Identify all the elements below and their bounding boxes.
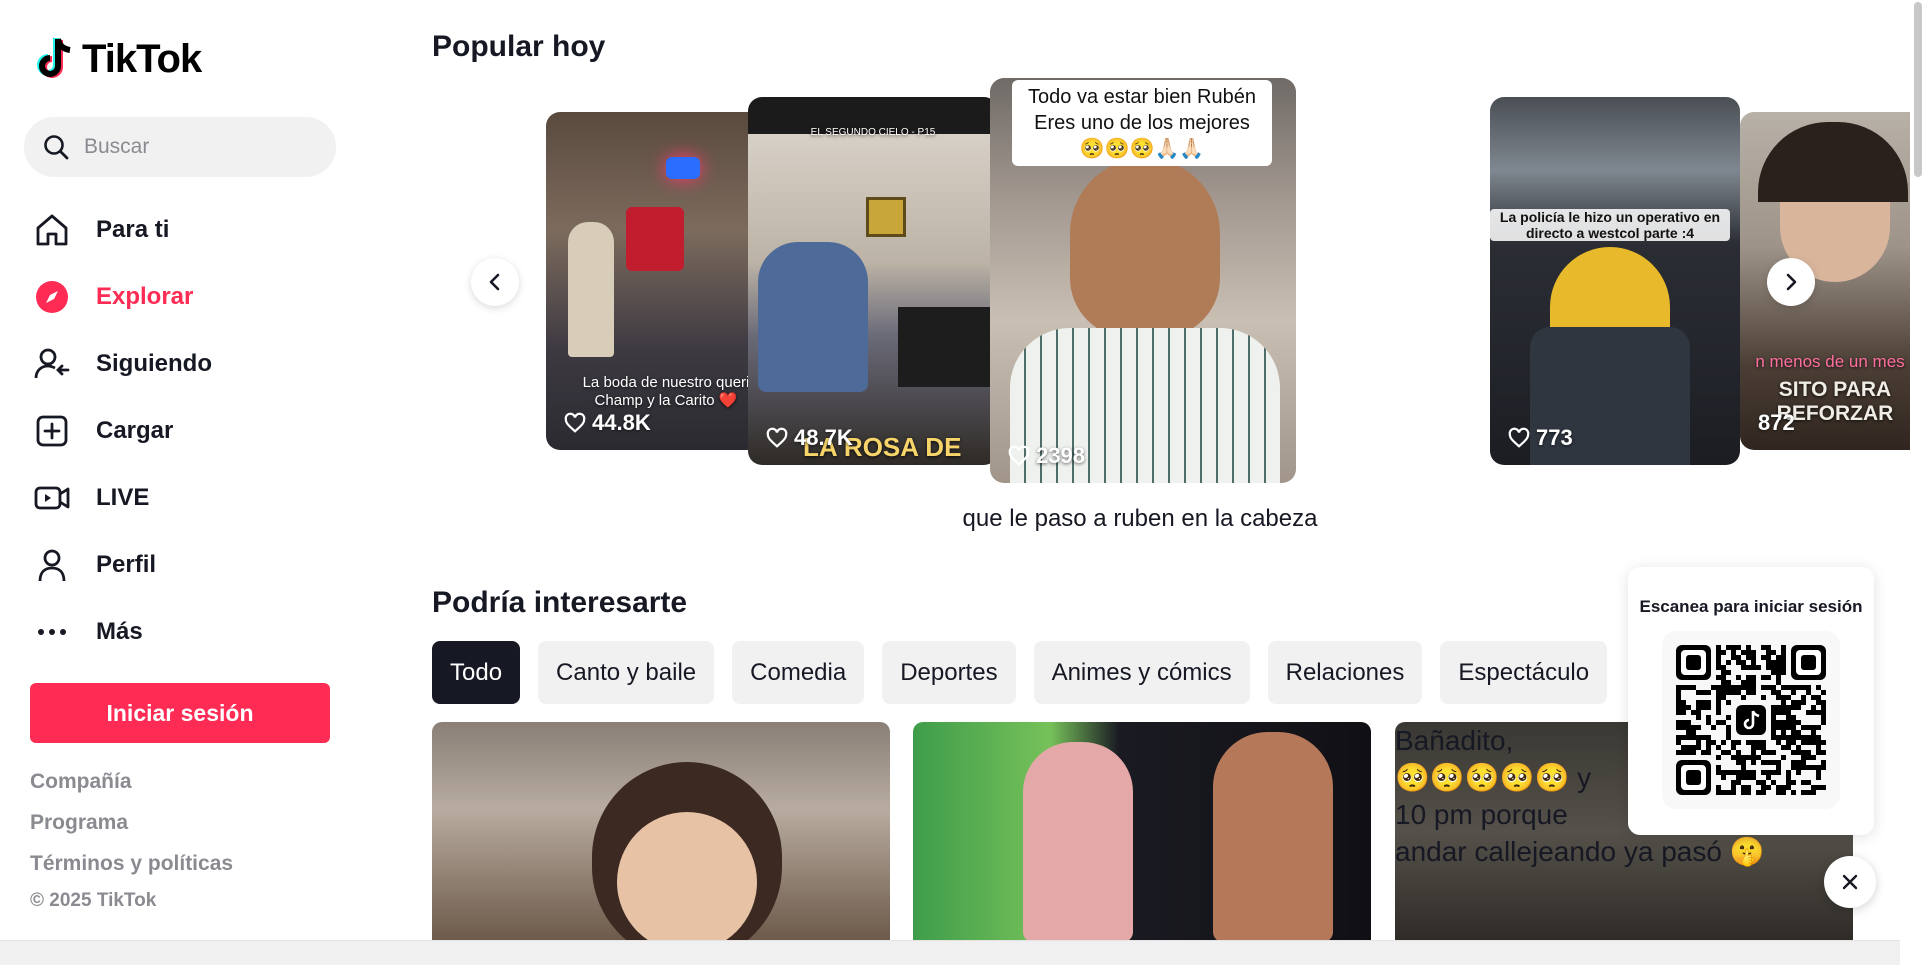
nav-label: Explorar (96, 282, 194, 310)
video-thumbnail-detail (1023, 742, 1133, 940)
video-thumbnail-detail (626, 207, 684, 271)
featured-video-caption[interactable]: que le paso a ruben en la cabeza (900, 505, 1380, 533)
copyright: © 2025 TikTok (30, 890, 157, 911)
video-likes-count: 44.8K (592, 410, 651, 435)
video-likes-count: 48.7K (794, 425, 853, 450)
logo-text: TikTok (82, 36, 202, 81)
close-icon (1842, 874, 1858, 890)
nav-label: Siguiendo (96, 349, 212, 377)
video-card[interactable]: La policía le hizo un operativo en direc… (1490, 97, 1740, 465)
video-overlay-text: Todo va estar bien Rubén Eres uno de los… (1012, 80, 1272, 166)
heart-icon (1008, 445, 1030, 466)
horizontal-scrollbar[interactable] (0, 940, 1900, 965)
sidebar: TikTok Para ti Explorar Siguiendo (0, 0, 400, 965)
video-likes: 872 (1758, 410, 1795, 436)
chip-espectaculo[interactable]: Espectáculo (1440, 641, 1608, 704)
search-icon (44, 135, 69, 160)
footer-link-compania[interactable]: Compañía (30, 770, 233, 811)
video-card[interactable]: EL SEGUNDO CIELO - P15 LA ROSA DE 48.7K (748, 97, 998, 465)
following-icon (30, 342, 74, 386)
qr-login-panel: Escanea para iniciar sesión (1628, 567, 1874, 835)
nav-item-explorar[interactable]: Explorar (30, 263, 370, 330)
video-card-featured[interactable]: Todo va estar bien Rubén Eres uno de los… (990, 78, 1296, 483)
video-likes: 48.7K (766, 425, 853, 451)
tiktok-logo[interactable]: TikTok (34, 36, 202, 82)
home-icon (30, 208, 74, 252)
popular-carousel: La boda de nuestro queri Champ y la Cari… (440, 70, 1925, 500)
video-likes-count: 2398 (1036, 443, 1085, 468)
heart-icon (766, 427, 788, 448)
scrollbar-thumb[interactable] (1914, 2, 1922, 177)
search-bar[interactable] (24, 117, 336, 177)
chip-comedia[interactable]: Comedia (732, 641, 865, 704)
video-thumbnail-detail (898, 307, 998, 387)
close-qr-button[interactable] (1824, 856, 1876, 908)
video-overlay-text: La policía le hizo un operativo en direc… (1490, 209, 1730, 241)
live-icon (30, 476, 74, 520)
popular-title: Popular hoy (432, 30, 606, 63)
video-thumbnail-detail (758, 242, 868, 392)
nav-label: Perfil (96, 550, 157, 578)
main-nav: Para ti Explorar Siguiendo Cargar LIVE P… (30, 196, 370, 665)
chevron-left-icon (489, 273, 500, 291)
carousel-next-button[interactable] (1767, 258, 1815, 306)
nav-label: Cargar (96, 416, 174, 444)
video-thumbnail-detail (666, 157, 700, 179)
video-overlay-text: La boda de nuestro queri Champ y la Cari… (582, 374, 750, 409)
footer-link-programa[interactable]: Programa (30, 811, 233, 852)
footer-links: Compañía Programa Términos y políticas (30, 770, 233, 893)
category-chips: Todo Canto y baile Comedia Deportes Anim… (432, 641, 1608, 704)
video-thumbnail-detail (1758, 122, 1908, 202)
chip-todo[interactable]: Todo (432, 641, 521, 704)
interests-title: Podría interesarte (432, 586, 688, 619)
compass-icon (30, 275, 74, 319)
video-thumbnail[interactable] (913, 722, 1371, 940)
nav-label: LIVE (96, 483, 150, 511)
nav-item-live[interactable]: LIVE (30, 464, 370, 531)
chevron-right-icon (1786, 273, 1797, 291)
video-thumbnail-detail (1070, 158, 1220, 338)
carousel-prev-button[interactable] (471, 258, 519, 306)
nav-label: Más (96, 617, 143, 645)
video-thumbnail-detail (617, 812, 757, 940)
video-thumbnail-detail (866, 197, 906, 237)
profile-icon (30, 543, 74, 587)
upload-icon (30, 409, 74, 453)
vertical-scrollbar[interactable] (1910, 0, 1925, 965)
chip-deportes[interactable]: Deportes (882, 641, 1016, 704)
tiktok-logo-icon (34, 36, 76, 82)
video-likes: 44.8K (564, 410, 651, 436)
video-likes-count: 872 (1758, 410, 1795, 435)
heart-icon (1508, 427, 1530, 448)
video-card[interactable]: La boda de nuestro queri Champ y la Cari… (546, 112, 776, 450)
login-button[interactable]: Iniciar sesión (30, 683, 330, 743)
qr-title: Escanea para iniciar sesión (1639, 597, 1863, 616)
footer-link-terminos[interactable]: Términos y políticas (30, 852, 233, 893)
search-input[interactable] (84, 135, 324, 159)
nav-label: Para ti (96, 215, 170, 243)
nav-item-perfil[interactable]: Perfil (30, 531, 370, 598)
video-thumbnail[interactable] (432, 722, 890, 940)
video-thumbnail-detail (568, 222, 614, 357)
video-overlay-text: EL SEGUNDO CIELO - P15 (810, 127, 936, 138)
video-overlay-text: n menos de un mes (1755, 352, 1905, 371)
video-likes: 773 (1508, 425, 1573, 451)
qr-code-image (1676, 645, 1826, 795)
heart-icon (564, 412, 586, 433)
video-likes-count: 773 (1536, 425, 1573, 450)
chip-canto-y-baile[interactable]: Canto y baile (538, 641, 715, 704)
more-icon (30, 610, 74, 654)
nav-item-para-ti[interactable]: Para ti (30, 196, 370, 263)
nav-item-siguiendo[interactable]: Siguiendo (30, 330, 370, 397)
video-likes: 2398 (1008, 443, 1085, 469)
nav-item-mas[interactable]: Más (30, 598, 370, 665)
chip-animes-y-comics[interactable]: Animes y cómics (1033, 641, 1250, 704)
video-thumbnail-detail (1213, 732, 1333, 940)
nav-item-cargar[interactable]: Cargar (30, 397, 370, 464)
qr-code[interactable] (1662, 631, 1840, 809)
chip-relaciones[interactable]: Relaciones (1267, 641, 1423, 704)
